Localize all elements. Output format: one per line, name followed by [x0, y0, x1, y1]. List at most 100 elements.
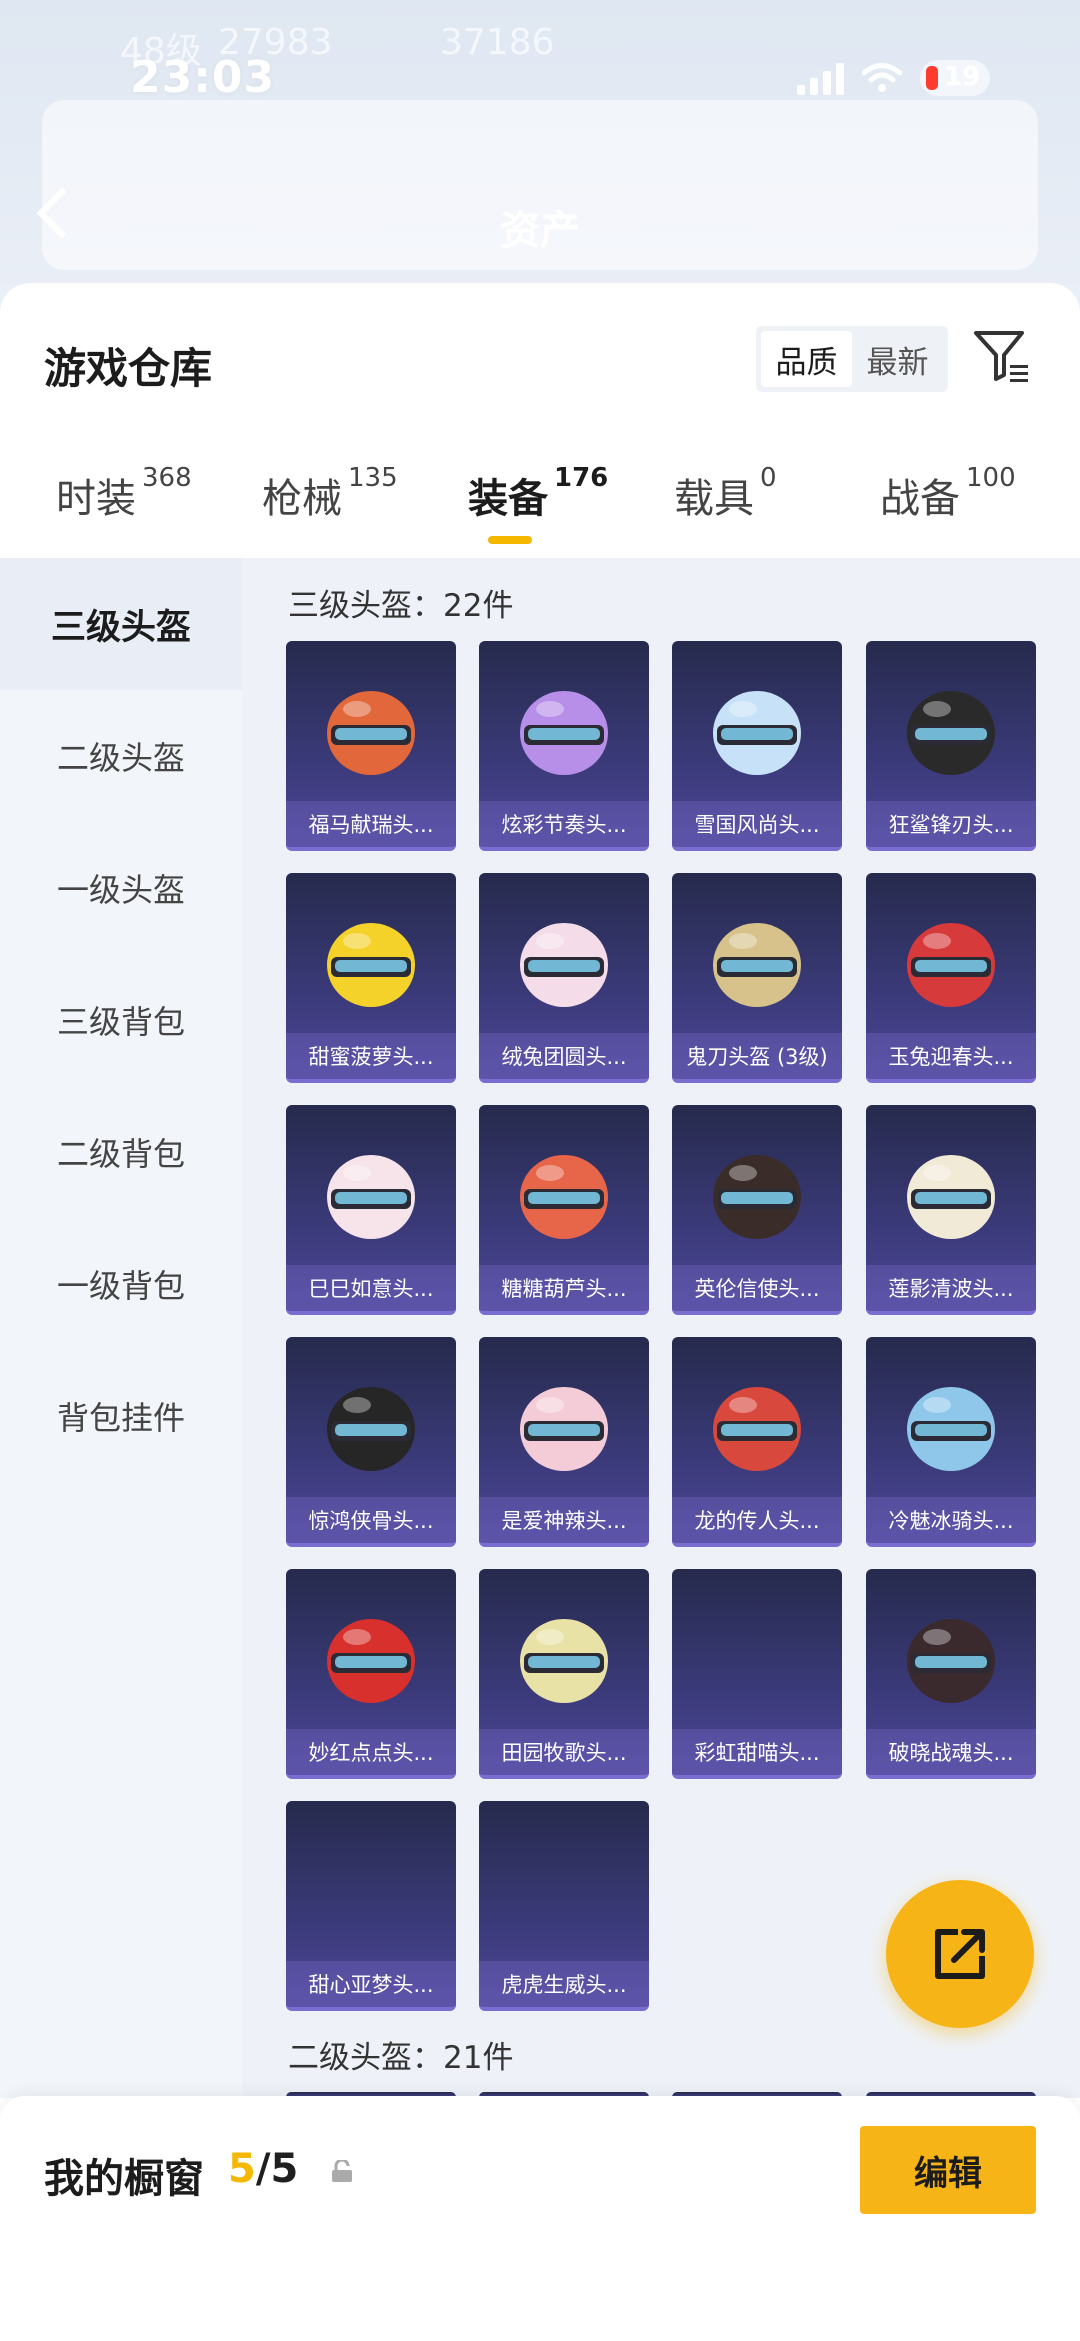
- sidebar-item-backpack-charms[interactable]: 背包挂件: [0, 1350, 242, 1482]
- subcategory-sidebar: 三级头盔 二级头盔 一级头盔 三级背包 二级背包 一级背包 背包挂件: [0, 558, 242, 2098]
- category-tabs: 时装 368 枪械 135 装备 176 载具 0 战备 100: [0, 463, 1080, 543]
- tab-count: 368: [142, 463, 192, 493]
- helmet-item-card[interactable]: 炫彩节奏头...: [479, 641, 649, 851]
- helmet-icon: [317, 1139, 425, 1247]
- helmet-item-card[interactable]: 英伦信使头...: [672, 1105, 842, 1315]
- edit-button[interactable]: 编辑: [860, 2126, 1036, 2214]
- showcase-title: 我的橱窗: [44, 2156, 204, 2202]
- helmet-icon: [317, 1371, 425, 1479]
- tab-count: 176: [554, 463, 609, 493]
- helmet-item-card[interactable]: 鬼刀头盔 (3级): [672, 873, 842, 1083]
- lock-icon: [332, 2160, 352, 2182]
- faint-points: 37186: [440, 22, 555, 63]
- helmet-item-name: 彩虹甜喵头...: [672, 1729, 842, 1775]
- showcase-count: 5/5: [228, 2146, 298, 2192]
- helmet-item-name: 是爱神辣头...: [479, 1497, 649, 1543]
- helmet-item-card[interactable]: 妙红点点头...: [286, 1569, 456, 1779]
- helmet-icon: [510, 675, 618, 783]
- share-button[interactable]: [886, 1880, 1034, 2028]
- sidebar-item-backpack-lv1[interactable]: 一级背包: [0, 1218, 242, 1350]
- battery-level: 19: [944, 62, 981, 92]
- tab-count: 135: [348, 463, 398, 493]
- helmet-item-name: 莲影清波头...: [866, 1265, 1036, 1311]
- helmet-icon: [703, 907, 811, 1015]
- helmet-item-name: 田园牧歌头...: [479, 1729, 649, 1775]
- tab-label: 装备: [468, 476, 548, 522]
- helmet-icon: [317, 907, 425, 1015]
- helmet-item-card[interactable]: 是爱神辣头...: [479, 1337, 649, 1547]
- helmet-item-name: 狂鲨锋刃头...: [866, 801, 1036, 847]
- tab-count: 100: [966, 463, 1016, 493]
- sidebar-item-backpack-lv3[interactable]: 三级背包: [0, 954, 242, 1086]
- helmet-item-card[interactable]: 绒兔团圆头...: [479, 873, 649, 1083]
- share-icon: [935, 1929, 985, 1979]
- tab-label: 战备: [880, 476, 960, 522]
- helmet-icon: [897, 1371, 1005, 1479]
- helmet-icon: [897, 907, 1005, 1015]
- helmet-item-card[interactable]: 莲影清波头...: [866, 1105, 1036, 1315]
- helmet-item-name: 妙红点点头...: [286, 1729, 456, 1775]
- page-title: 资产: [500, 208, 580, 254]
- tab-fashion[interactable]: 时装 368: [56, 463, 192, 524]
- helmet-item-card[interactable]: 狂鲨锋刃头...: [866, 641, 1036, 851]
- status-icons: 19: [797, 60, 990, 96]
- helmet-item-card[interactable]: 雪国风尚头...: [672, 641, 842, 851]
- helmet-item-card[interactable]: 破晓战魂头...: [866, 1569, 1036, 1779]
- tab-label: 载具: [674, 476, 754, 522]
- helmet-icon: [510, 1139, 618, 1247]
- helmet-item-name: 巳巳如意头...: [286, 1265, 456, 1311]
- tab-supplies[interactable]: 战备 100: [880, 463, 1016, 524]
- helmet-icon: [703, 675, 811, 783]
- sidebar-item-helmet-lv2[interactable]: 二级头盔: [0, 690, 242, 822]
- section-label-helmet-lv3: 三级头盔：22件: [288, 588, 514, 624]
- helmet-item-name: 玉兔迎春头...: [866, 1033, 1036, 1079]
- helmet-item-card[interactable]: 福马献瑞头...: [286, 641, 456, 851]
- sort-toggle: 品质 最新: [756, 326, 948, 392]
- helmet-item-name: 破晓战魂头...: [866, 1729, 1036, 1775]
- sidebar-item-helmet-lv1[interactable]: 一级头盔: [0, 822, 242, 954]
- sidebar-item-helmet-lv3[interactable]: 三级头盔: [0, 558, 242, 690]
- helmet-item-name: 福马献瑞头...: [286, 801, 456, 847]
- tab-vehicles[interactable]: 载具 0: [674, 463, 777, 524]
- helmet-item-card[interactable]: 甜蜜菠萝头...: [286, 873, 456, 1083]
- helmet-icon: [317, 675, 425, 783]
- helmet-item-card[interactable]: 虎虎生威头...: [479, 1801, 649, 2011]
- helmet-item-name: 炫彩节奏头...: [479, 801, 649, 847]
- helmet-item-name: 甜蜜菠萝头...: [286, 1033, 456, 1079]
- tab-weapons[interactable]: 枪械 135: [262, 463, 398, 524]
- helmet-item-card[interactable]: 龙的传人头...: [672, 1337, 842, 1547]
- helmet-item-card[interactable]: 糖糖葫芦头...: [479, 1105, 649, 1315]
- helmet-item-name: 甜心亚梦头...: [286, 1961, 456, 2007]
- active-tab-indicator: [488, 536, 532, 544]
- helmet-item-name: 糖糖葫芦头...: [479, 1265, 649, 1311]
- helmet-item-card[interactable]: 巳巳如意头...: [286, 1105, 456, 1315]
- helmet-item-name: 绒兔团圆头...: [479, 1033, 649, 1079]
- helmet-item-name: 虎虎生威头...: [479, 1961, 649, 2007]
- helmet-item-name: 冷魅冰骑头...: [866, 1497, 1036, 1543]
- tab-label: 枪械: [262, 476, 342, 522]
- sort-quality-button[interactable]: 品质: [761, 331, 852, 387]
- helmet-item-name: 惊鸿侠骨头...: [286, 1497, 456, 1543]
- helmet-item-card[interactable]: 玉兔迎春头...: [866, 873, 1036, 1083]
- section-label-helmet-lv2: 二级头盔：21件: [288, 2040, 514, 2076]
- tab-count: 0: [760, 463, 777, 493]
- filter-icon[interactable]: [972, 327, 1032, 385]
- helmet-item-card[interactable]: 彩虹甜喵头...: [672, 1569, 842, 1779]
- helmet-icon: [510, 907, 618, 1015]
- helmet-icon: [897, 1603, 1005, 1711]
- wifi-icon: [862, 63, 902, 92]
- helmet-icon: [703, 1139, 811, 1247]
- tab-equipment[interactable]: 装备 176: [468, 463, 608, 524]
- helmet-item-card[interactable]: 田园牧歌头...: [479, 1569, 649, 1779]
- helmet-icon: [897, 675, 1005, 783]
- helmet-item-card[interactable]: 惊鸿侠骨头...: [286, 1337, 456, 1547]
- top-header: 48级 27983 37186 23:03 19 资产: [0, 0, 1080, 285]
- helmet-item-card[interactable]: 冷魅冰骑头...: [866, 1337, 1036, 1547]
- helmet-icon: [897, 1139, 1005, 1247]
- sidebar-item-backpack-lv2[interactable]: 二级背包: [0, 1086, 242, 1218]
- helmet-icon: [317, 1603, 425, 1711]
- sort-latest-button[interactable]: 最新: [852, 331, 943, 387]
- signal-icon: [797, 61, 844, 95]
- helmet-item-card[interactable]: 甜心亚梦头...: [286, 1801, 456, 2011]
- helmet-item-name: 鬼刀头盔 (3级): [672, 1033, 842, 1079]
